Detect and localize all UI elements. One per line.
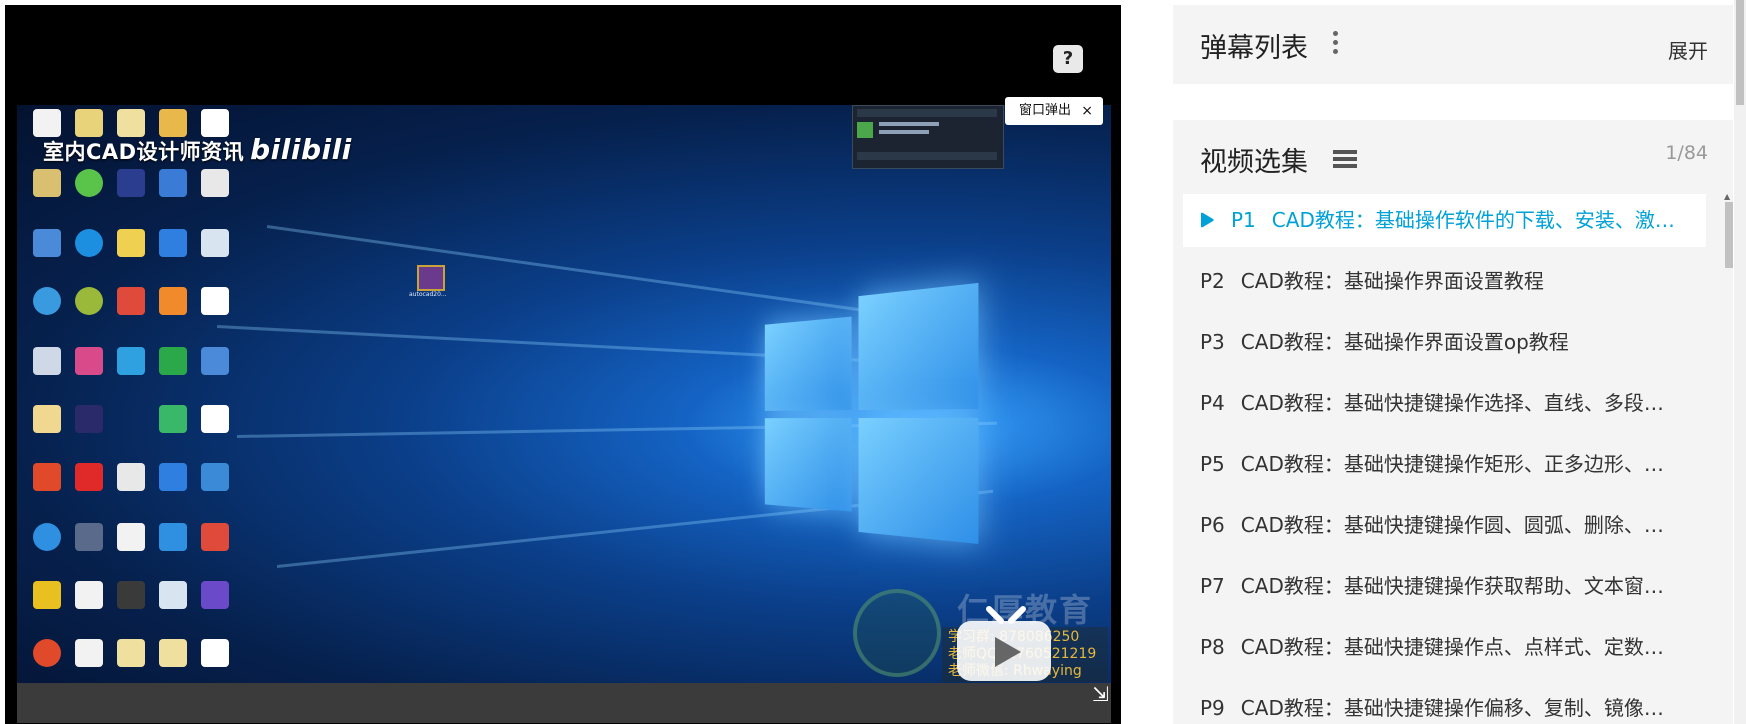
episode-number: P1 xyxy=(1231,208,1256,232)
episode-number: P9 xyxy=(1200,696,1225,720)
episode-item-p6[interactable]: P6 CAD教程：基础快捷键操作圆、圆弧、删除、… xyxy=(1183,499,1706,552)
episode-item-p8[interactable]: P8 CAD教程：基础快捷键操作点、点样式、定数… xyxy=(1183,621,1706,674)
desktop-mini-window xyxy=(852,105,1004,169)
page-scrollbar[interactable] xyxy=(1734,0,1746,724)
episode-count: 1/84 xyxy=(1665,142,1708,164)
close-icon[interactable]: × xyxy=(1081,97,1093,125)
episode-number: P8 xyxy=(1200,635,1225,659)
episode-title: CAD教程：基础快捷键操作圆、圆弧、删除、… xyxy=(1240,513,1664,537)
bilibili-logo: bilibili xyxy=(250,133,352,166)
episode-title: CAD教程：基础操作界面设置op教程 xyxy=(1240,330,1569,354)
episode-title: CAD教程：基础快捷键操作获取帮助、文本窗… xyxy=(1240,574,1664,598)
popup-window-label: 窗口弹出 xyxy=(1019,103,1072,118)
episode-panel: 视频选集 1/84 P1 CAD教程：基础操作软件的下载、安装、激… P2 CAD教… xyxy=(1173,120,1733,724)
episode-title: CAD教程：基础快捷键操作矩形、正多边形、… xyxy=(1240,452,1664,476)
episode-title: CAD教程：基础操作界面设置教程 xyxy=(1240,269,1544,293)
episode-item-p2[interactable]: P2 CAD教程：基础操作界面设置教程 xyxy=(1183,255,1706,308)
desktop-file-label: autocad20... xyxy=(409,291,447,298)
episode-title: CAD教程：基础快捷键操作点、点样式、定数… xyxy=(1240,635,1664,659)
episode-number: P7 xyxy=(1200,574,1225,598)
resize-icon[interactable]: ⇲ xyxy=(1092,682,1109,706)
episode-item-p9[interactable]: P9 CAD教程：基础快捷键操作偏移、复制、镜像… xyxy=(1183,682,1706,724)
play-icon xyxy=(1201,212,1214,228)
episode-panel-title: 视频选集 xyxy=(1200,147,1308,178)
episode-item-p5[interactable]: P5 CAD教程：基础快捷键操作矩形、正多边形、… xyxy=(1183,438,1706,491)
video-player[interactable]: 室内CAD设计师资讯bilibili autocad20... 仁厚教育 学习群… xyxy=(5,5,1121,724)
episode-item-p4[interactable]: P4 CAD教程：基础快捷键操作选择、直线、多段… xyxy=(1183,377,1706,430)
page-scrollbar-thumb[interactable] xyxy=(1736,0,1744,105)
danmaku-panel: 弹幕列表 展开 xyxy=(1173,5,1733,84)
episode-list-scrollbar[interactable]: ▲ xyxy=(1723,120,1733,724)
episode-item-p7[interactable]: P7 CAD教程：基础快捷键操作获取帮助、文本窗… xyxy=(1183,560,1706,613)
episode-item-p3[interactable]: P3 CAD教程：基础操作界面设置op教程 xyxy=(1183,316,1706,369)
expand-button[interactable]: 展开 xyxy=(1668,35,1708,64)
logo-pane xyxy=(764,418,852,512)
logo-pane xyxy=(858,282,979,411)
episode-item-p1[interactable]: P1 CAD教程：基础操作软件的下载、安装、激… xyxy=(1183,194,1706,247)
episode-number: P6 xyxy=(1200,513,1225,537)
danmaku-title: 弹幕列表 xyxy=(1200,33,1308,64)
video-bottom-strip xyxy=(17,683,1111,723)
list-icon[interactable] xyxy=(1333,150,1357,170)
more-vert-icon[interactable] xyxy=(1333,31,1339,58)
scroll-up-icon[interactable]: ▲ xyxy=(1724,192,1730,201)
tv-icon[interactable] xyxy=(953,605,1055,685)
episode-title: CAD教程：基础操作软件的下载、安装、激… xyxy=(1271,208,1675,232)
episode-number: P5 xyxy=(1200,452,1225,476)
episode-title: CAD教程：基础快捷键操作选择、直线、多段… xyxy=(1240,391,1664,415)
popup-window-button[interactable]: 窗口弹出 × xyxy=(1005,97,1103,125)
video-watermark: 室内CAD设计师资讯 bilibili xyxy=(43,133,352,166)
episode-title: CAD教程：基础快捷键操作偏移、复制、镜像… xyxy=(1240,696,1664,720)
logo-pane xyxy=(764,316,852,411)
episode-list: P1 CAD教程：基础操作软件的下载、安装、激… P2 CAD教程：基础操作界面设置… xyxy=(1183,194,1706,724)
watermark-title-text: 室内CAD设计师资讯 xyxy=(43,140,245,164)
help-icon[interactable]: ? xyxy=(1053,45,1083,73)
video-frame[interactable]: 室内CAD设计师资讯bilibili autocad20... 仁厚教育 学习群… xyxy=(17,105,1111,723)
logo-pane xyxy=(858,417,979,544)
scrollbar-thumb[interactable] xyxy=(1725,202,1733,268)
episode-number: P2 xyxy=(1200,269,1225,293)
episode-number: P3 xyxy=(1200,330,1225,354)
desktop-file-icon xyxy=(417,265,445,291)
episode-number: P4 xyxy=(1200,391,1225,415)
brand-seal-logo xyxy=(853,589,941,677)
windows-logo xyxy=(764,281,997,559)
